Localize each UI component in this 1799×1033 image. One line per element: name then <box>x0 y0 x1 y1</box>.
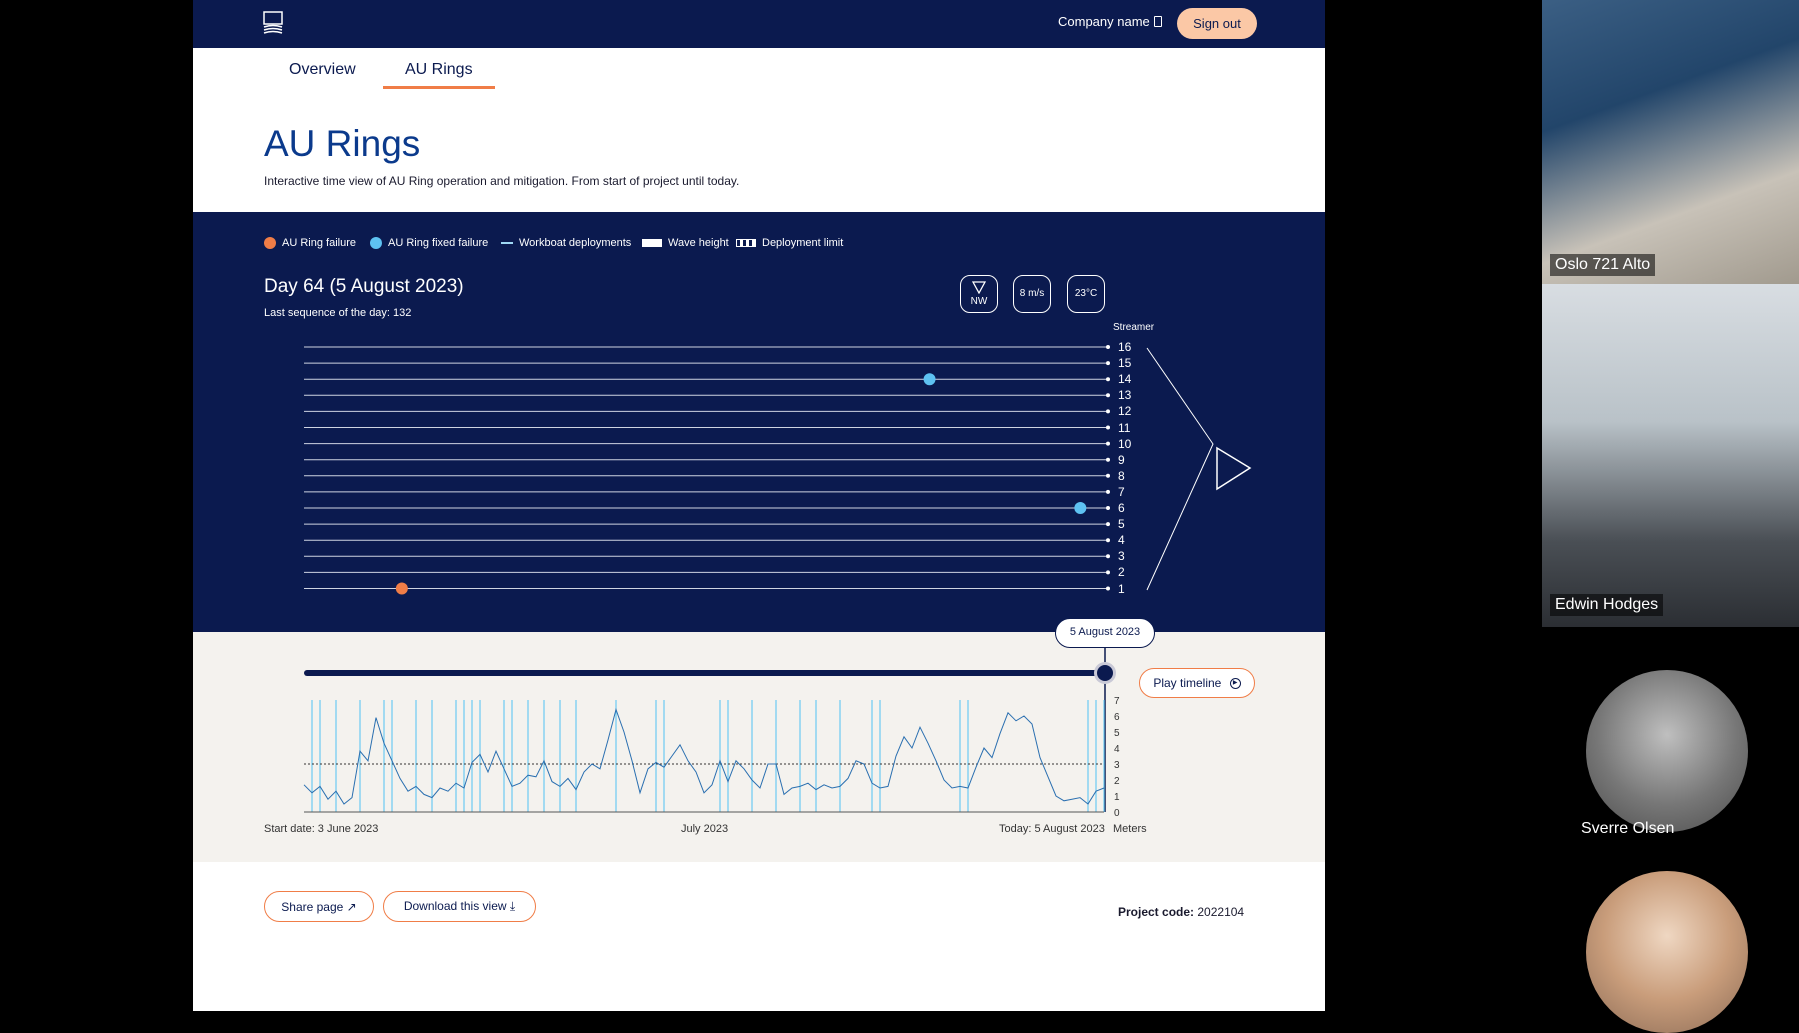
y-tick-label: 1 <box>1114 792 1120 803</box>
current-date-tooltip: 5 August 2023 <box>1055 618 1155 648</box>
y-tick-label: 0 <box>1114 808 1120 819</box>
timeline-track[interactable] <box>304 670 1104 676</box>
project-code: Project code: 2022104 <box>1118 905 1244 919</box>
play-icon: ▶ <box>1229 678 1241 690</box>
share-page-button[interactable]: Share page ↗ <box>264 891 374 922</box>
start-date-label: Start date: 3 June 2023 <box>264 823 379 835</box>
participant-name-room: Oslo 721 Alto <box>1550 254 1656 276</box>
download-view-label: Download this view <box>403 899 507 913</box>
timeline-chart: 0 1 2 3 4 5 6 7 <box>303 640 1120 819</box>
y-tick-label: 4 <box>1114 744 1120 755</box>
timeline-handle[interactable] <box>1097 665 1113 681</box>
play-timeline-label: Play timeline <box>1153 676 1222 690</box>
download-view-button[interactable]: Download this view ⤓ <box>383 891 536 922</box>
wave-height-line <box>303 707 1105 805</box>
y-tick-label: 5 <box>1114 728 1120 739</box>
video-tile-edwin[interactable]: Edwin Hodges <box>1542 284 1799 627</box>
download-icon: ⤓ <box>509 899 516 913</box>
end-date-label: Today: 5 August 2023 <box>999 823 1105 835</box>
participant-name-sverre: Sverre Olsen <box>1581 820 1675 837</box>
units-label: Meters <box>1113 823 1147 835</box>
shared-screen: Company name Sign out Overview AU Rings … <box>193 0 1325 1011</box>
project-code-key: Project code: <box>1118 905 1195 919</box>
mid-date-label: July 2023 <box>681 823 729 835</box>
y-tick-label: 3 <box>1114 760 1120 771</box>
y-tick-label: 6 <box>1114 712 1120 723</box>
avatar-sverre[interactable] <box>1586 670 1748 832</box>
participant-name-edwin: Edwin Hodges <box>1550 594 1664 616</box>
y-tick-label: 7 <box>1114 696 1120 707</box>
video-tile-room[interactable]: Oslo 721 Alto <box>1542 0 1799 284</box>
project-code-value: 2022104 <box>1197 905 1245 919</box>
avatar-participant-4[interactable] <box>1586 871 1748 1033</box>
share-page-label: Share page <box>281 899 344 914</box>
external-link-icon: ↗ <box>346 899 357 914</box>
y-tick-label: 2 <box>1114 776 1120 787</box>
play-timeline-button[interactable]: Play timeline ▶ <box>1139 668 1255 698</box>
